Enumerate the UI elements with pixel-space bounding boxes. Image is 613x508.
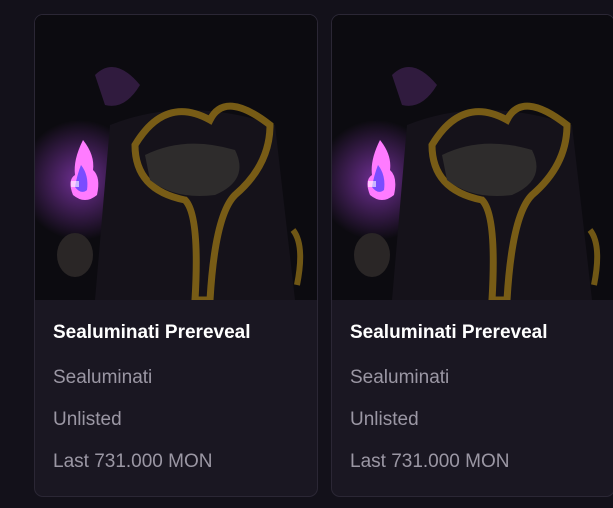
card-body: Sealuminati Prereveal Sealuminati Unlist…: [332, 300, 613, 474]
listing-status: Unlisted: [350, 409, 419, 430]
nft-title[interactable]: Sealuminati Prereveal: [350, 321, 596, 345]
last-sale-price: Last 731.000 MON: [350, 451, 510, 472]
hooded-figure-image: [332, 15, 613, 300]
nft-image[interactable]: [332, 15, 613, 300]
card-body: Sealuminati Prereveal Sealuminati Unlist…: [35, 300, 317, 474]
collection-name[interactable]: Sealuminati: [53, 366, 299, 390]
nft-card[interactable]: Sealuminati Prereveal Sealuminati Unlist…: [331, 14, 613, 497]
last-sale-price: Last 731.000 MON: [53, 451, 213, 472]
nft-card-grid: Sealuminati Prereveal Sealuminati Unlist…: [34, 14, 613, 497]
listing-status: Unlisted: [53, 409, 122, 430]
nft-card[interactable]: Sealuminati Prereveal Sealuminati Unlist…: [34, 14, 318, 497]
hooded-figure-image: [35, 15, 317, 300]
nft-image[interactable]: [35, 15, 317, 300]
nft-title[interactable]: Sealuminati Prereveal: [53, 321, 299, 345]
collection-name[interactable]: Sealuminati: [350, 366, 596, 390]
